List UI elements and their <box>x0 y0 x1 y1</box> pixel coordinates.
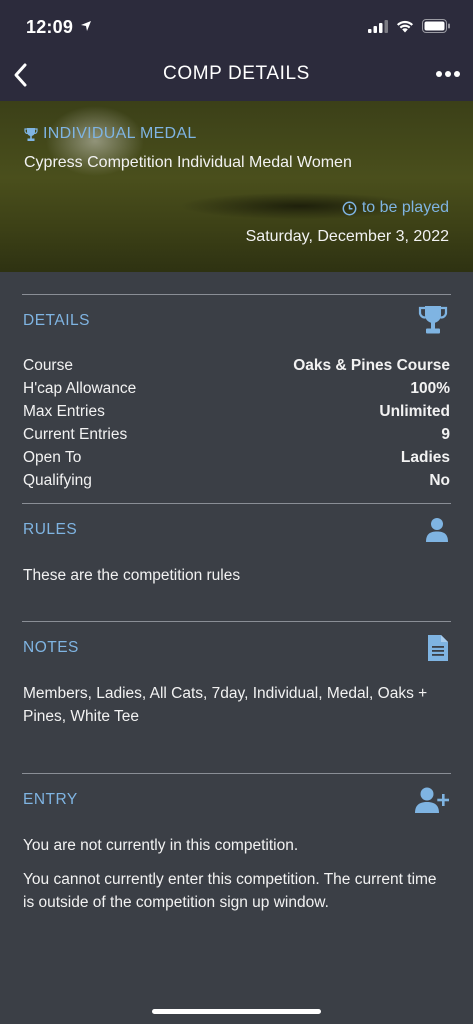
detail-value: 9 <box>441 426 450 443</box>
detail-row-course: Course Oaks & Pines Course <box>23 357 450 375</box>
competition-name: Cypress Competition Individual Medal Wom… <box>24 154 352 171</box>
detail-value: 100% <box>410 380 450 397</box>
rules-text: These are the competition rules <box>23 567 241 584</box>
competition-type: INDIVIDUAL MEDAL <box>24 125 197 143</box>
status-time-text: 12:09 <box>26 17 74 37</box>
trophy-icon <box>418 306 448 334</box>
detail-label: H'cap Allowance <box>23 380 137 397</box>
detail-label: Qualifying <box>23 472 92 489</box>
competition-type-label: INDIVIDUAL MEDAL <box>43 125 197 142</box>
signal-icon <box>368 19 388 33</box>
detail-row-max-entries: Max Entries Unlimited <box>23 403 450 421</box>
entry-section: ENTRY You are not currently in this comp… <box>22 773 451 953</box>
notes-section: NOTES Members, Ladies, All Cats, 7day, I… <box>22 621 451 773</box>
detail-label: Course <box>23 357 73 374</box>
wifi-icon <box>397 20 413 32</box>
details-section: DETAILS Course Oaks & Pines Course H'cap… <box>22 294 451 503</box>
detail-label: Open To <box>23 449 82 466</box>
trophy-icon <box>24 127 38 141</box>
detail-row-current-entries: Current Entries 9 <box>23 426 450 444</box>
status-time: 12:09 <box>26 17 92 38</box>
entry-status-text: You are not currently in this competitio… <box>23 837 299 854</box>
competition-status-label: to be played <box>361 199 449 216</box>
clock-icon <box>342 201 357 215</box>
add-person-icon <box>415 787 449 813</box>
notes-text: Members, Ladies, All Cats, 7day, Individ… <box>23 685 428 725</box>
notes-heading: NOTES <box>23 639 79 656</box>
home-indicator[interactable] <box>152 1009 321 1014</box>
competition-status: to be played <box>342 199 449 217</box>
detail-row-qualifying: Qualifying No <box>23 472 450 490</box>
competition-banner: INDIVIDUAL MEDAL Cypress Competition Ind… <box>0 101 473 272</box>
location-arrow-icon <box>81 21 92 31</box>
detail-row-open-to: Open To Ladies <box>23 449 450 467</box>
ellipsis-icon <box>436 71 460 77</box>
person-icon <box>426 518 448 542</box>
detail-value: Unlimited <box>379 403 450 420</box>
rules-heading: RULES <box>23 521 78 538</box>
detail-row-handicap-allowance: H'cap Allowance 100% <box>23 380 450 398</box>
detail-value: Oaks & Pines Course <box>293 357 450 374</box>
document-icon <box>428 635 448 661</box>
competition-date: Saturday, December 3, 2022 <box>245 228 449 245</box>
details-heading: DETAILS <box>23 312 90 329</box>
page-title: COMP DETAILS <box>163 63 310 84</box>
battery-icon <box>422 19 450 33</box>
entry-info-text: You cannot currently enter this competit… <box>23 871 437 911</box>
entry-heading: ENTRY <box>23 791 78 808</box>
top-bar: 12:09 COMP DETAILS <box>0 0 473 101</box>
detail-label: Current Entries <box>23 426 128 443</box>
detail-label: Max Entries <box>23 403 105 420</box>
more-options-button[interactable] <box>435 66 461 82</box>
detail-value: No <box>429 472 450 489</box>
status-icons <box>368 19 451 33</box>
detail-value: Ladies <box>400 449 450 466</box>
rules-section: RULES These are the competition rules <box>22 503 451 621</box>
